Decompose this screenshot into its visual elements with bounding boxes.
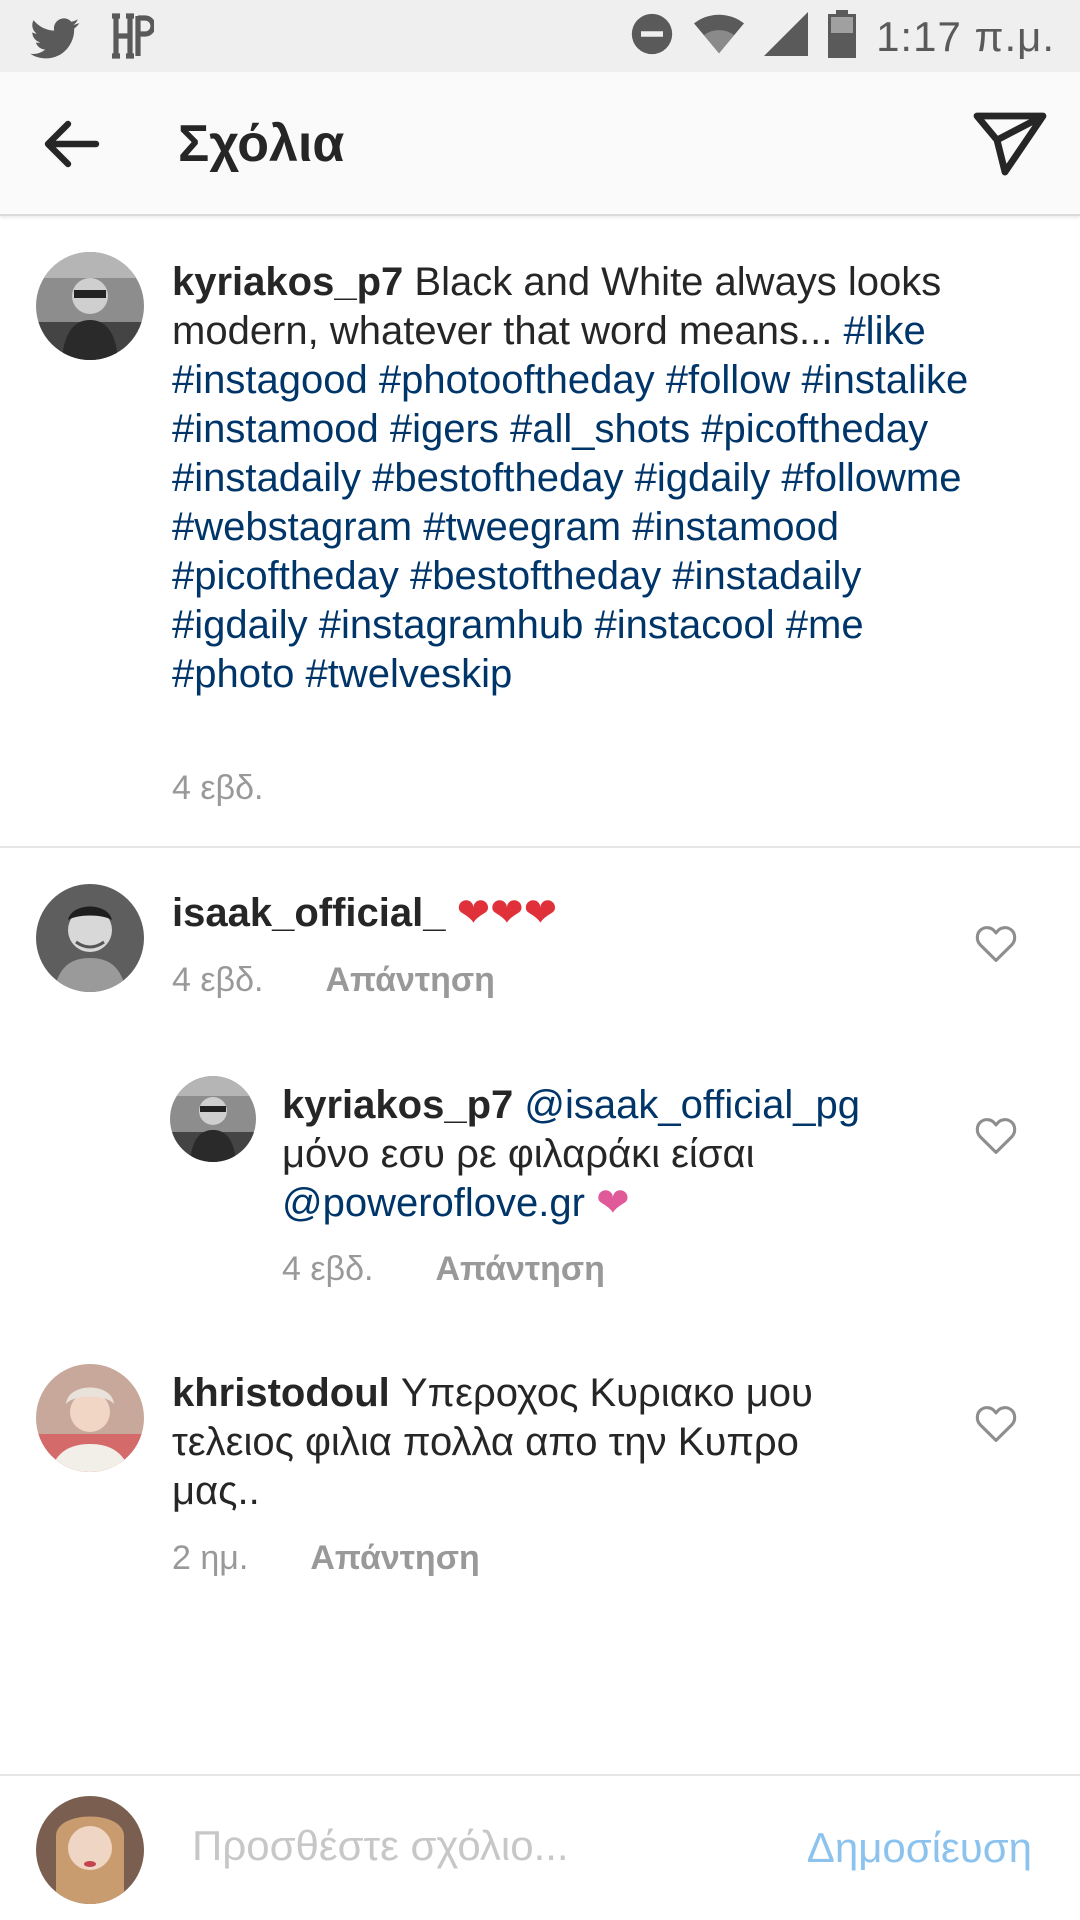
comment-3-line-2: τελειος φιλια πολλα απο την Κυπρο xyxy=(172,1420,799,1464)
wifi-icon xyxy=(694,14,745,59)
page-title: Σχόλια xyxy=(178,115,345,173)
hashtag-link[interactable]: #instamood xyxy=(632,505,839,549)
hashtag-link[interactable]: #instadaily xyxy=(672,554,861,598)
comment-2-emoji: ❤ xyxy=(596,1181,630,1225)
comment-3-text: khristodoul Υπεροχος Κυριακο μου τελειος… xyxy=(172,1369,932,1516)
hashtag-link[interactable]: #instacool xyxy=(595,603,775,647)
battery-icon xyxy=(828,10,857,63)
hashtag-link[interactable]: #me xyxy=(786,603,864,647)
comment-1-like-button[interactable] xyxy=(972,920,1020,968)
hashtag-link[interactable]: #igdaily xyxy=(635,456,771,500)
hashtag-link[interactable]: #instamood xyxy=(172,407,379,451)
comment-2-mention-2[interactable]: @poweroflove.gr xyxy=(282,1181,585,1225)
caption-time: 4 εβδ. xyxy=(172,769,264,807)
comment-1-reply-button[interactable]: Απάντηση xyxy=(325,961,494,1000)
hashtag-link[interactable]: #webstagram xyxy=(172,505,412,549)
hashtag-link[interactable]: #instalike xyxy=(801,358,968,402)
caption-avatar[interactable] xyxy=(36,252,144,360)
hp-icon xyxy=(110,12,156,70)
paper-plane-icon xyxy=(973,112,1047,176)
post-button[interactable]: Δημοσίευση xyxy=(807,1824,1032,1872)
signal-icon xyxy=(764,12,809,61)
comment-2-text: kyriakos_p7 @isaak_official_pg μόνο εσυ … xyxy=(282,1081,942,1228)
comment-2-time: 4 εβδ. xyxy=(282,1250,374,1288)
caption-divider xyxy=(0,846,1080,848)
comment-1-time: 4 εβδ. xyxy=(172,961,264,999)
status-left-icons xyxy=(30,12,156,70)
hashtag-link[interactable]: #tweegram xyxy=(423,505,621,549)
heart-outline-icon xyxy=(975,926,1017,962)
do-not-disturb-icon xyxy=(630,12,674,61)
hashtag-link[interactable]: #igers xyxy=(390,407,499,451)
caption-hashtags: #like #instagood #photooftheday #follow … xyxy=(172,309,968,696)
status-bar: 1:17 π.μ. xyxy=(0,0,1080,72)
hashtag-link[interactable]: #follow xyxy=(666,358,791,402)
hashtag-link[interactable]: #bestoftheday xyxy=(410,554,661,598)
heart-outline-icon xyxy=(975,1118,1017,1154)
comment-3-like-button[interactable] xyxy=(972,1400,1020,1448)
back-button[interactable] xyxy=(38,110,106,178)
comment-2-like-button[interactable] xyxy=(972,1112,1020,1160)
comment-composer: Δημοσίευση xyxy=(0,1774,1080,1920)
comment-2-reply-button[interactable]: Απάντηση xyxy=(435,1250,604,1289)
comment-3-avatar[interactable] xyxy=(36,1364,144,1472)
comment-2-meta: 4 εβδ. Απάντηση xyxy=(282,1250,605,1289)
comment-1-text: isaak_official_ ❤❤❤ xyxy=(172,889,932,938)
caption-text: kyriakos_p7 Black and White always looks… xyxy=(172,258,992,699)
comment-3-reply-button[interactable]: Απάντηση xyxy=(310,1539,479,1578)
hashtag-link[interactable]: #photooftheday xyxy=(379,358,655,402)
hashtag-link[interactable]: #picoftheday xyxy=(701,407,928,451)
comment-2-mention[interactable]: @isaak_official_pg xyxy=(524,1083,860,1127)
status-right-icons: 1:17 π.μ. xyxy=(630,10,1055,63)
comment-1-meta: 4 εβδ. Απάντηση xyxy=(172,961,495,1000)
hashtag-link[interactable]: #instagramhub xyxy=(319,603,584,647)
comment-2-body: μόνο εσυ ρε φιλαράκι είσαι xyxy=(282,1132,755,1176)
hashtag-link[interactable]: #photo xyxy=(172,652,294,696)
hashtag-link[interactable]: #followme xyxy=(781,456,961,500)
hashtag-link[interactable]: #all_shots xyxy=(510,407,690,451)
comment-3-username[interactable]: khristodoul xyxy=(172,1371,390,1415)
comment-2-avatar[interactable] xyxy=(170,1076,256,1162)
hashtag-link[interactable]: #like xyxy=(843,309,925,353)
hashtag-link[interactable]: #twelveskip xyxy=(305,652,512,696)
share-button[interactable] xyxy=(970,108,1050,180)
hashtag-link[interactable]: #igdaily xyxy=(172,603,308,647)
current-user-avatar xyxy=(36,1796,144,1904)
caption-username[interactable]: kyriakos_p7 xyxy=(172,260,403,304)
hashtag-link[interactable]: #instagood xyxy=(172,358,368,402)
comment-3-line-1: Υπεροχος Κυριακο μου xyxy=(400,1371,813,1415)
hashtag-link[interactable]: #bestoftheday xyxy=(372,456,623,500)
hashtag-link[interactable]: #picoftheday xyxy=(172,554,399,598)
twitter-icon xyxy=(30,17,80,66)
comment-3-meta: 2 ημ. Απάντηση xyxy=(172,1539,480,1578)
app-header: Σχόλια xyxy=(0,72,1080,216)
comment-input[interactable] xyxy=(192,1806,752,1886)
status-time: 1:17 π.μ. xyxy=(876,12,1055,60)
comment-1-hearts: ❤❤❤ xyxy=(456,891,558,935)
comment-3-line-3: μας.. xyxy=(172,1469,260,1513)
comment-1-username[interactable]: isaak_official_ xyxy=(172,891,446,935)
comment-2-username[interactable]: kyriakos_p7 xyxy=(282,1083,513,1127)
comment-1-avatar[interactable] xyxy=(36,884,144,992)
caption-meta: 4 εβδ. xyxy=(172,769,263,808)
hashtag-link[interactable]: #instadaily xyxy=(172,456,361,500)
arrow-left-icon xyxy=(44,120,100,168)
comment-3-time: 2 ημ. xyxy=(172,1539,249,1577)
heart-outline-icon xyxy=(975,1406,1017,1442)
